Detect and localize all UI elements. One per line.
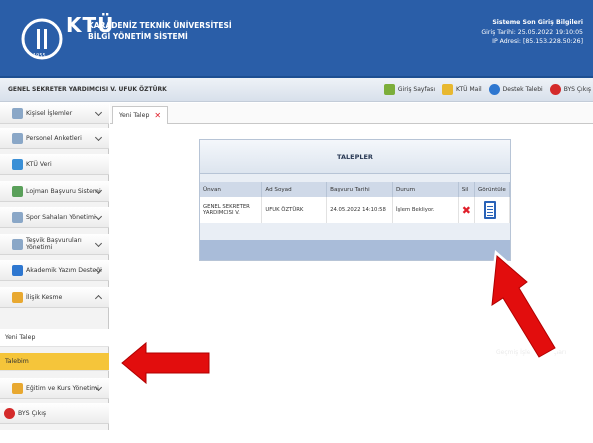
column-header-ad-soyad: Ad Soyad	[261, 182, 328, 197]
support-link-label: Destek Talebi	[502, 86, 543, 93]
help-icon	[488, 84, 500, 95]
cell-ad-soyad: UFUK ÖZTÜRK	[261, 197, 328, 223]
close-tab-icon[interactable]: ✕	[154, 111, 161, 120]
cell-sil: ✖	[458, 197, 475, 223]
cell-goruntule	[474, 197, 511, 223]
sidebar-item-ktu-veri[interactable]: KTÜ Veri	[0, 154, 109, 175]
faded-history-text: Geçmiş İşlem Sonuçları	[496, 349, 567, 356]
sidebar-subitem-talebim[interactable]: Talebim	[0, 353, 109, 371]
last-login-title: Sisteme Son Giriş Bilgileri	[492, 19, 583, 26]
tab-yeni-talep[interactable]: Yeni Talep ✕	[112, 106, 169, 124]
home-link[interactable]: Giriş Sayfası	[383, 84, 436, 95]
sidebar-item-label: Lojman Başvuru Sistemi	[26, 187, 101, 195]
sidebar-item-bys-cikis[interactable]: BYS Çıkış	[0, 403, 109, 424]
cell-durum: İşlem Bekliyor.	[392, 197, 459, 223]
mail-icon	[442, 84, 454, 95]
university-name: KARADENİZ TEKNİK ÜNİVERSİTESİ BİLGİ YÖNE…	[88, 20, 232, 42]
sidebar-item-label: İlişik Kesme	[26, 293, 63, 301]
chevron-up-icon	[94, 294, 103, 303]
sidebar-item-label: Kişisel İşlemler	[26, 109, 73, 117]
tab-label: Yeni Talep	[119, 112, 150, 119]
last-login-info: Sisteme Son Giriş Bilgileri Giriş Tarihi…	[481, 18, 583, 47]
person-card-icon	[12, 107, 23, 119]
sidebar-subitem-label: Yeni Talep	[5, 334, 36, 341]
sidebar-item-ilisik-kesme[interactable]: İlişik Kesme	[0, 287, 109, 308]
current-user: GENEL SEKRETER YARDIMCISI V. UFUK ÖZTÜRK	[8, 86, 167, 93]
chevron-down-icon	[94, 108, 103, 117]
data-icon	[12, 158, 23, 170]
logout-icon	[549, 84, 561, 95]
cell-basvuru-tarihi: 24.05.2022 14:10:58	[326, 197, 393, 223]
sidebar-item-akademik-yazim[interactable]: Akademik Yazım Desteği	[0, 260, 109, 281]
view-document-icon[interactable]	[483, 201, 496, 219]
requests-panel: TALEPLER Ünvan Ad Soyad Başvuru Tarihi D…	[199, 139, 511, 261]
mail-link-label: KTÜ Mail	[456, 86, 482, 93]
sidebar-subitem-label: Talebim	[5, 358, 29, 365]
sidebar-item-label: Akademik Yazım Desteği	[26, 266, 102, 274]
last-login-ip: IP Adresi: [85.153.228.50:26]	[492, 38, 583, 46]
table-row: GENEL SEKRETER YARDIMCISI V. UFUK ÖZTÜRK…	[200, 197, 511, 223]
column-header-sil: Sil	[458, 182, 475, 197]
logo-year: 1955	[33, 53, 46, 59]
mail-link[interactable]: KTÜ Mail	[442, 84, 482, 95]
sidebar-item-label: BYS Çıkış	[18, 409, 47, 417]
disconnect-icon	[12, 291, 23, 303]
sidebar-item-egitim-kurs[interactable]: Eğitim ve Kurs Yönetimi	[0, 378, 109, 399]
column-header-unvan: Ünvan	[200, 182, 263, 197]
top-links: Giriş Sayfası KTÜ Mail Destek Talebi BYS…	[383, 84, 591, 95]
sidebar-item-label: KTÜ Veri	[26, 160, 52, 168]
ktu-logo-icon: 1955	[21, 18, 63, 60]
sports-icon	[12, 211, 23, 223]
delete-icon[interactable]: ✖	[462, 204, 471, 217]
table-header-row: Ünvan Ad Soyad Başvuru Tarihi Durum Sil …	[200, 182, 511, 197]
last-login-date: Giriş Tarihi: 25.05.2022 19:10:05	[481, 28, 583, 36]
survey-icon	[12, 132, 23, 144]
support-link[interactable]: Destek Talebi	[488, 84, 543, 95]
sidebar-subitem-yeni-talep[interactable]: Yeni Talep	[0, 329, 109, 347]
arrow-up-icon	[487, 250, 560, 363]
logout-link[interactable]: BYS Çıkış	[549, 84, 591, 95]
site-header: 1955 KTÜ KARADENİZ TEKNİK ÜNİVERSİTESİ B…	[0, 0, 593, 78]
logout-link-label: BYS Çıkış	[563, 86, 591, 93]
chevron-down-icon	[94, 212, 103, 221]
sidebar-item-kisisel-islemler[interactable]: Kişisel İşlemler	[0, 103, 109, 124]
writing-icon	[12, 264, 23, 276]
education-icon	[12, 382, 23, 394]
university-name-line2: BİLGİ YÖNETİM SİSTEMİ	[88, 32, 188, 41]
column-header-basvuru-tarihi: Başvuru Tarihi	[326, 182, 393, 197]
sidebar-item-spor-sahalari[interactable]: Spor Sahaları Yönetimi	[0, 207, 109, 228]
sidebar-item-tesvik-basvurulari[interactable]: Teşvik Başvuruları Yönetimi	[0, 234, 109, 255]
chevron-down-icon	[94, 133, 103, 142]
panel-title: TALEPLER	[200, 140, 510, 174]
user-bar: GENEL SEKRETER YARDIMCISI V. UFUK ÖZTÜRK…	[0, 78, 593, 102]
requests-table: Ünvan Ad Soyad Başvuru Tarihi Durum Sil …	[200, 182, 511, 223]
sidebar: Kişisel İşlemler Personel Anketleri KTÜ …	[0, 103, 109, 430]
panel-footer	[200, 240, 510, 260]
sidebar-item-lojman-basvuru[interactable]: Lojman Başvuru Sistemi	[0, 181, 109, 202]
sidebar-item-label: Personel Anketleri	[26, 134, 82, 142]
column-header-durum: Durum	[392, 182, 459, 197]
tab-bar: Yeni Talep ✕	[110, 103, 593, 124]
cell-unvan-line2: YARDIMCISI V.	[203, 210, 240, 216]
sidebar-item-personel-anketleri[interactable]: Personel Anketleri	[0, 128, 109, 149]
sidebar-item-label: Spor Sahaları Yönetimi	[26, 213, 96, 221]
home-link-label: Giriş Sayfası	[397, 86, 436, 93]
home-icon	[383, 84, 395, 95]
university-name-line1: KARADENİZ TEKNİK ÜNİVERSİTESİ	[88, 21, 232, 30]
arrow-left-icon	[117, 339, 213, 387]
column-header-goruntule: Görüntüle	[474, 182, 511, 197]
logout-icon	[4, 407, 15, 419]
incentive-icon	[12, 238, 23, 250]
sidebar-item-label: Eğitim ve Kurs Yönetimi	[26, 384, 99, 392]
cell-unvan: GENEL SEKRETER YARDIMCISI V.	[200, 197, 263, 223]
house-icon	[12, 185, 23, 197]
